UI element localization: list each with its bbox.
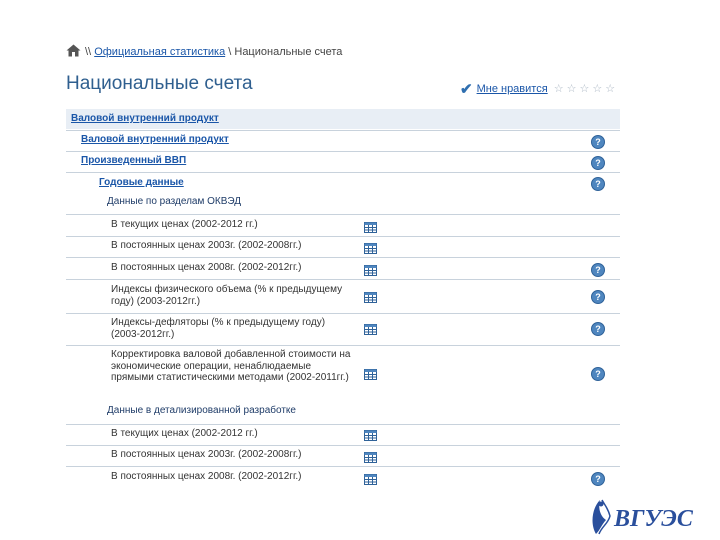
table-icon[interactable] <box>364 472 377 485</box>
divider <box>66 279 620 280</box>
help-icon[interactable]: ? <box>591 177 605 191</box>
breadcrumb-link-official-statistics[interactable]: Официальная статистика <box>94 46 225 58</box>
star-icon[interactable]: ☆ <box>605 83 615 95</box>
table-icon[interactable] <box>364 263 377 276</box>
breadcrumb-current: Национальные счета <box>234 46 343 58</box>
divider <box>66 466 620 467</box>
divider <box>66 172 620 173</box>
checkmark-icon: ✔ <box>460 81 473 98</box>
divider <box>66 445 620 446</box>
table-icon[interactable] <box>364 322 377 335</box>
divider <box>66 313 620 314</box>
divider <box>66 236 620 237</box>
table-icon[interactable] <box>364 290 377 303</box>
page-title: Национальные счета <box>66 73 253 94</box>
table-icon[interactable] <box>364 367 377 380</box>
help-icon[interactable]: ? <box>591 367 605 381</box>
table-icon[interactable] <box>364 220 377 233</box>
tree-link-gdp-root[interactable]: Валовой внутренний продукт <box>71 113 219 124</box>
table-row-label[interactable]: В постоянных ценах 2008г. (2002-2012гг.) <box>111 471 351 483</box>
rating-widget: ✔ Мне нравится ☆ ☆ ☆ ☆ ☆ <box>460 80 615 98</box>
divider <box>66 130 620 131</box>
tree-link-produced-gdp[interactable]: Произведенный ВВП <box>81 155 186 166</box>
table-row-label[interactable]: В текущих ценах (2002-2012 гг.) <box>111 219 351 231</box>
table-row-label[interactable]: Корректировка валовой добавленной стоимо… <box>111 349 351 384</box>
table-row-label[interactable]: Индексы физического объема (% к предыдущ… <box>111 284 351 307</box>
help-icon[interactable]: ? <box>591 322 605 336</box>
star-icon[interactable]: ☆ <box>567 83 577 95</box>
help-icon[interactable]: ? <box>591 472 605 486</box>
university-logo: ВГУЭС <box>592 499 694 535</box>
table-row-label[interactable]: В текущих ценах (2002-2012 гг.) <box>111 428 351 440</box>
logo-text: ВГУЭС <box>613 506 694 532</box>
table-icon[interactable] <box>364 428 377 441</box>
section-header-detailed: Данные в детализированной разработке <box>107 405 296 416</box>
star-icon[interactable]: ☆ <box>579 83 589 95</box>
table-row-label[interactable]: В постоянных ценах 2003г. (2002-2008гг.) <box>111 240 351 252</box>
help-icon[interactable]: ? <box>591 135 605 149</box>
breadcrumb-separator: \\ <box>85 46 92 58</box>
divider <box>66 424 620 425</box>
divider <box>66 257 620 258</box>
table-icon[interactable] <box>364 241 377 254</box>
divider <box>66 151 620 152</box>
table-icon[interactable] <box>364 450 377 463</box>
tree-link-annual-data[interactable]: Годовые данные <box>99 177 184 188</box>
home-icon[interactable] <box>66 44 81 57</box>
table-row-label[interactable]: Индексы-дефляторы (% к предыдущему году)… <box>111 317 351 340</box>
tree-link-gdp[interactable]: Валовой внутренний продукт <box>81 134 229 145</box>
help-icon[interactable]: ? <box>591 156 605 170</box>
like-link[interactable]: Мне нравится <box>477 83 548 95</box>
help-icon[interactable]: ? <box>591 290 605 304</box>
divider <box>66 214 620 215</box>
breadcrumb-separator: \ <box>228 46 232 58</box>
breadcrumb: \\ Официальная статистика \ Национальные… <box>66 44 342 58</box>
star-icon[interactable]: ☆ <box>554 83 564 95</box>
section-header-okved: Данные по разделам ОКВЭД <box>107 196 242 207</box>
star-icon[interactable]: ☆ <box>592 83 602 95</box>
table-row-label[interactable]: В постоянных ценах 2008г. (2002-2012гг.) <box>111 262 351 274</box>
divider <box>66 345 620 346</box>
help-icon[interactable]: ? <box>591 263 605 277</box>
table-row-label[interactable]: В постоянных ценах 2003г. (2002-2008гг.) <box>111 449 351 461</box>
